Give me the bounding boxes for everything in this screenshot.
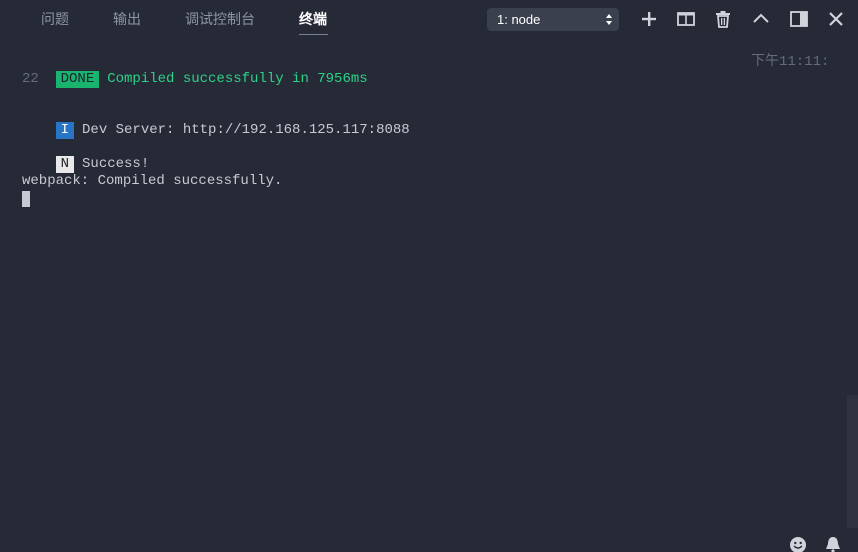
plus-icon — [642, 12, 656, 26]
notice-badge: N — [55, 156, 75, 173]
info-badge: I — [55, 122, 75, 139]
select-arrows-icon — [606, 14, 612, 25]
timestamp: 下午11:11: — [751, 54, 830, 70]
maximize-panel-button[interactable] — [751, 9, 771, 29]
terminal-select[interactable]: 1: node — [487, 8, 619, 31]
toggle-panel-position-button[interactable] — [789, 9, 809, 29]
close-icon — [829, 12, 843, 26]
bell-icon[interactable] — [824, 536, 842, 552]
webpack-line: webpack: Compiled successfully. — [22, 173, 283, 189]
close-panel-button[interactable] — [826, 9, 846, 29]
trash-icon — [716, 11, 730, 28]
terminal-select-value: 1: node — [497, 12, 541, 27]
tab-problems[interactable]: 问题 — [41, 10, 69, 28]
split-terminal-button[interactable] — [676, 9, 696, 29]
done-badge: DONE — [55, 71, 100, 88]
kill-terminal-button[interactable] — [713, 9, 733, 29]
panel-header: 问题 输出 调试控制台 终端 1: node — [0, 0, 858, 38]
notice-message: Success! — [82, 156, 150, 172]
smiley-icon[interactable] — [789, 536, 807, 552]
terminal-cursor — [22, 191, 30, 207]
tab-debug-console[interactable]: 调试控制台 — [185, 10, 255, 28]
chevron-up-icon — [753, 13, 769, 23]
tab-terminal[interactable]: 终端 — [299, 10, 327, 28]
split-icon — [677, 12, 695, 26]
new-terminal-button[interactable] — [639, 9, 659, 29]
tab-output[interactable]: 输出 — [113, 10, 141, 28]
panel-toggle-icon — [790, 11, 808, 27]
info-message: Dev Server: http://192.168.125.117:8088 — [82, 122, 410, 138]
terminal-scrollbar[interactable] — [847, 395, 858, 528]
done-line: DONE Compiled successfully in 7956ms — [22, 54, 368, 105]
timestamp-continuation: 22 — [22, 71, 39, 87]
active-tab-indicator — [299, 34, 328, 35]
done-message: Compiled successfully in 7956ms — [107, 71, 368, 87]
